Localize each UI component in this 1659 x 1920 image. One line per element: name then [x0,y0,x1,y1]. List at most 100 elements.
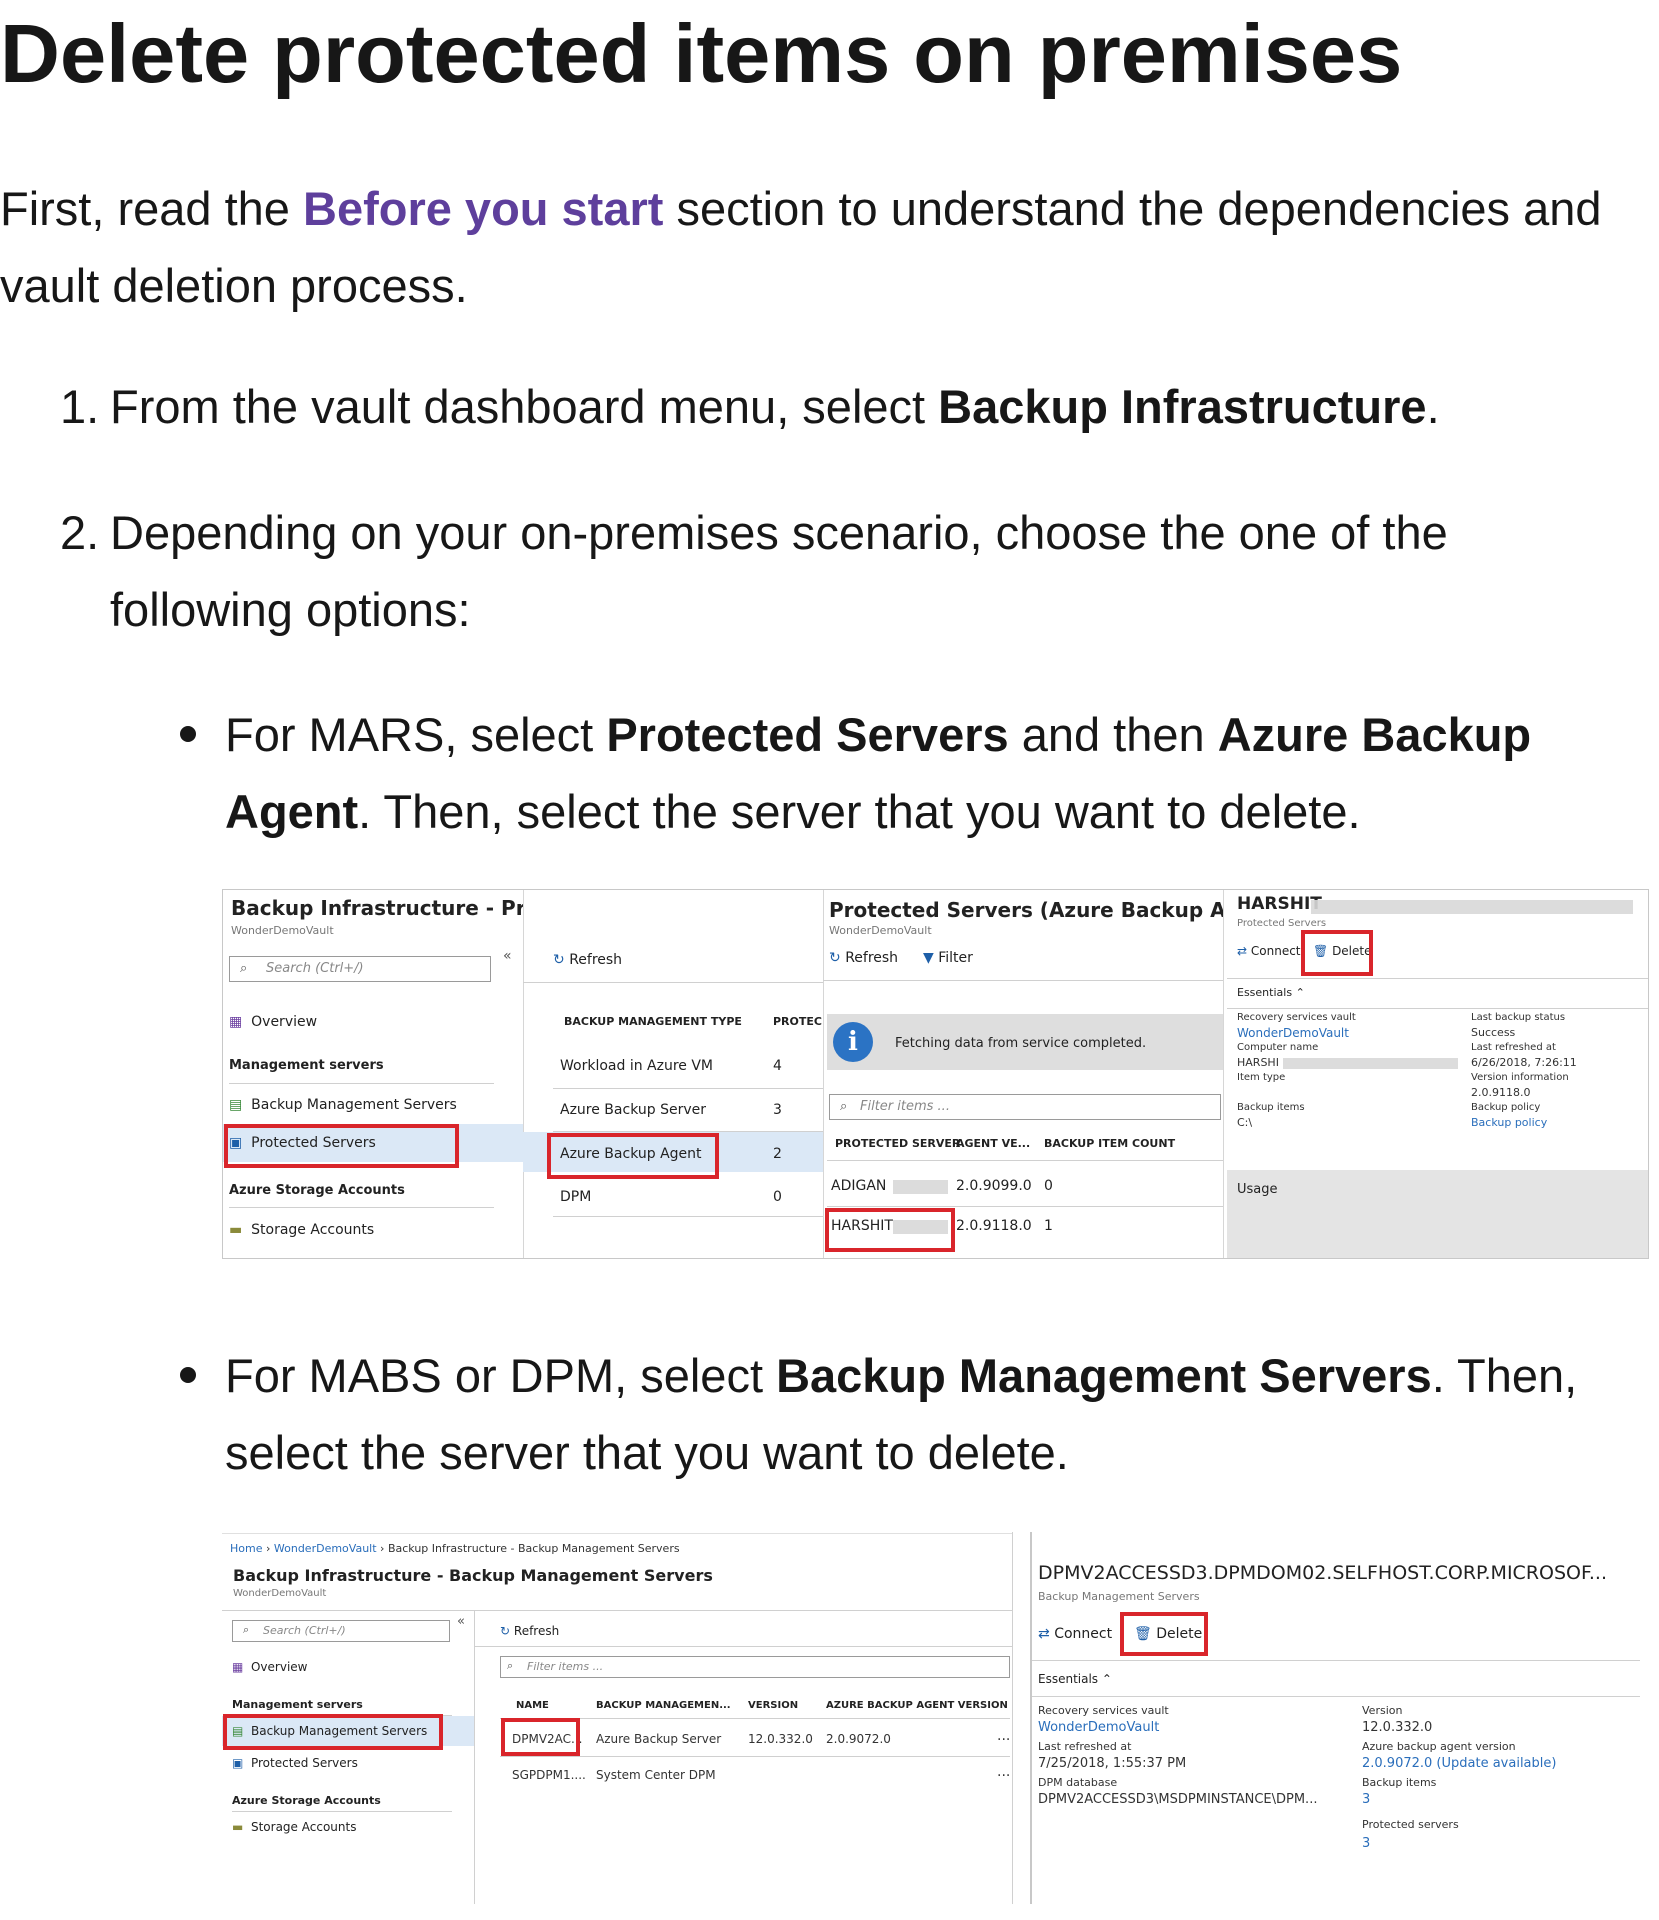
section-storage-accounts: Azure Storage Accounts [232,1794,381,1807]
nav-protected-servers[interactable]: ▣ Protected Servers [232,1756,358,1770]
connect-icon: ⇄ [1038,1626,1050,1642]
pane-server-details: DPMV2ACCESSD3.DPMDOM02.SELFHOST.CORP.MIC… [1030,1532,1640,1904]
more-icon[interactable]: ... [997,1728,1010,1744]
step-text-part: From the vault dashboard menu, select [110,380,939,433]
column-header-agent-version[interactable]: AGENT VE... [956,1137,1030,1150]
field-label: Azure backup agent version [1362,1740,1516,1753]
screenshot-backup-management-servers: Home › WonderDemoVault › Backup Infrastr… [222,1532,1640,1904]
column-header-item-count[interactable]: BACKUP ITEM COUNT [1044,1137,1175,1150]
filter-input[interactable]: ⌕ Filter items ... [829,1094,1221,1120]
filter-icon: ▼ [923,950,934,966]
type-row-name[interactable]: Workload in Azure VM [560,1058,713,1074]
pane-protected-servers-agent: Protected Servers (Azure Backup Agent) W… [823,890,1224,1258]
server-row-name[interactable]: SGPDPM1.... [512,1768,586,1782]
version-value: 2.0.9118.0 [1471,1086,1531,1099]
pane-management-types: ↻ Refresh BACKUP MANAGEMENT TYPE PROTEC … [523,890,824,1258]
type-row-name[interactable]: DPM [560,1189,591,1205]
divider [1032,1660,1640,1661]
pane-subtitle: Protected Servers [1237,918,1327,929]
nav-label: Protected Servers [250,1756,358,1770]
filter-button[interactable]: ▼ Filter [923,950,973,966]
divider [1227,1008,1648,1009]
breadcrumb-home[interactable]: Home [230,1542,262,1555]
nav-backup-management-servers[interactable]: ▤ Backup Management Servers [229,1097,457,1113]
bullet-bold: Protected Servers [606,708,1009,761]
connect-label: Connect [1054,1626,1113,1642]
field-label: Recovery services vault [1237,1012,1356,1023]
bullet-text-part: and then [1008,708,1218,761]
search-input[interactable]: ⌕ Search (Ctrl+/) [232,1620,450,1642]
breadcrumb-vault[interactable]: WonderDemoVault [274,1542,377,1555]
highlight-box [224,1124,459,1168]
pane-title: HARSHIT [1237,894,1322,914]
chevron-up-icon: ⌃ [1295,986,1305,999]
filter-input[interactable]: ⌕ Filter items ... [500,1656,1010,1678]
server-row-agent: 2.0.9072.0 [826,1732,891,1746]
step-bold: Backup Infrastructure [938,380,1427,433]
divider [474,1646,1012,1647]
nav-overview[interactable]: ▦ Overview [232,1660,307,1674]
field-label: Last refreshed at [1038,1740,1132,1753]
essentials-label: Essentials [1237,986,1293,999]
server-row-name[interactable]: ADIGAN [831,1178,886,1194]
highlight-box [223,1714,443,1750]
type-row-name[interactable]: Azure Backup Server [560,1102,706,1118]
server-row-version: 12.0.332.0 [748,1732,813,1746]
column-header-server[interactable]: PROTECTED SERVER [835,1137,960,1150]
nav-storage-accounts[interactable]: ▬ Storage Accounts [229,1222,374,1238]
protected-servers-link[interactable]: 3 [1362,1836,1370,1851]
agent-version-link[interactable]: 2.0.9072.0 (Update available) [1362,1756,1556,1771]
refresh-button[interactable]: ↻ Refresh [500,1624,559,1638]
nav-overview[interactable]: ▦ Overview [229,1014,317,1030]
step-text-end: . [1426,380,1440,433]
more-icon[interactable]: ... [997,1764,1010,1780]
pane-subtitle: WonderDemoVault [231,924,334,937]
storage-icon: ▬ [232,1820,244,1834]
overview-icon: ▦ [232,1660,244,1674]
connect-label: Connect [1250,944,1301,958]
vault-link[interactable]: WonderDemoVault [1237,1026,1349,1040]
column-header-management-type[interactable]: BACKUP MANAGEMEN... [596,1700,731,1711]
section-management-servers: Management servers [232,1698,363,1711]
collapse-icon[interactable]: « [457,1614,465,1629]
connect-button[interactable]: ⇄ Connect [1038,1626,1112,1642]
column-header-version[interactable]: VERSION [748,1700,798,1711]
divider [222,1610,1012,1611]
backup-items-link[interactable]: 3 [1362,1792,1370,1807]
refresh-button[interactable]: ↻ Refresh [829,950,898,966]
divider [523,982,823,983]
field-label: Last refreshed at [1471,1042,1556,1053]
divider [474,1610,475,1904]
column-header-protected[interactable]: PROTEC [773,1015,822,1028]
divider [229,1207,494,1208]
nav-label: Backup Management Servers [251,1097,457,1113]
type-row-count: 0 [773,1189,782,1205]
column-header-name[interactable]: NAME [516,1700,549,1711]
field-label: DPM database [1038,1776,1118,1789]
chevron-right-icon: › [380,1542,385,1555]
essentials-toggle[interactable]: Essentials ⌃ [1038,1672,1112,1686]
field-label: Protected servers [1362,1818,1459,1831]
bullet-text: For MARS, select Protected Servers and t… [225,696,1645,850]
collapse-icon[interactable]: « [503,948,512,964]
filter-label: Filter [938,950,973,966]
nav-storage-accounts[interactable]: ▬ Storage Accounts [232,1820,356,1834]
last-refreshed-value: 6/26/2018, 7:26:11 [1471,1056,1577,1069]
search-input[interactable]: ⌕ Search (Ctrl+/) [229,956,491,982]
highlight-box [825,1208,955,1252]
search-icon: ⌕ [243,1623,250,1636]
connect-button[interactable]: ⇄ Connect [1237,944,1301,958]
bullet-text: For MABS or DPM, select Backup Managemen… [225,1337,1645,1491]
bullet-bold: Backup Management Servers [776,1349,1432,1402]
column-header-agent-version[interactable]: AZURE BACKUP AGENT VERSION [826,1700,1008,1711]
bullet-dot [180,726,196,742]
refresh-button[interactable]: ↻ Refresh [553,952,622,968]
before-you-start-link[interactable]: Before you start [303,182,663,235]
bullet-dot [180,1367,196,1383]
search-icon: ⌕ [507,1659,514,1672]
breadcrumb-current: Backup Infrastructure - Backup Managemen… [387,1542,680,1555]
column-header-type[interactable]: BACKUP MANAGEMENT TYPE [564,1015,742,1028]
backup-policy-link[interactable]: Backup policy [1471,1116,1547,1129]
vault-link[interactable]: WonderDemoVault [1038,1720,1159,1735]
essentials-toggle[interactable]: Essentials ⌃ [1237,986,1305,999]
